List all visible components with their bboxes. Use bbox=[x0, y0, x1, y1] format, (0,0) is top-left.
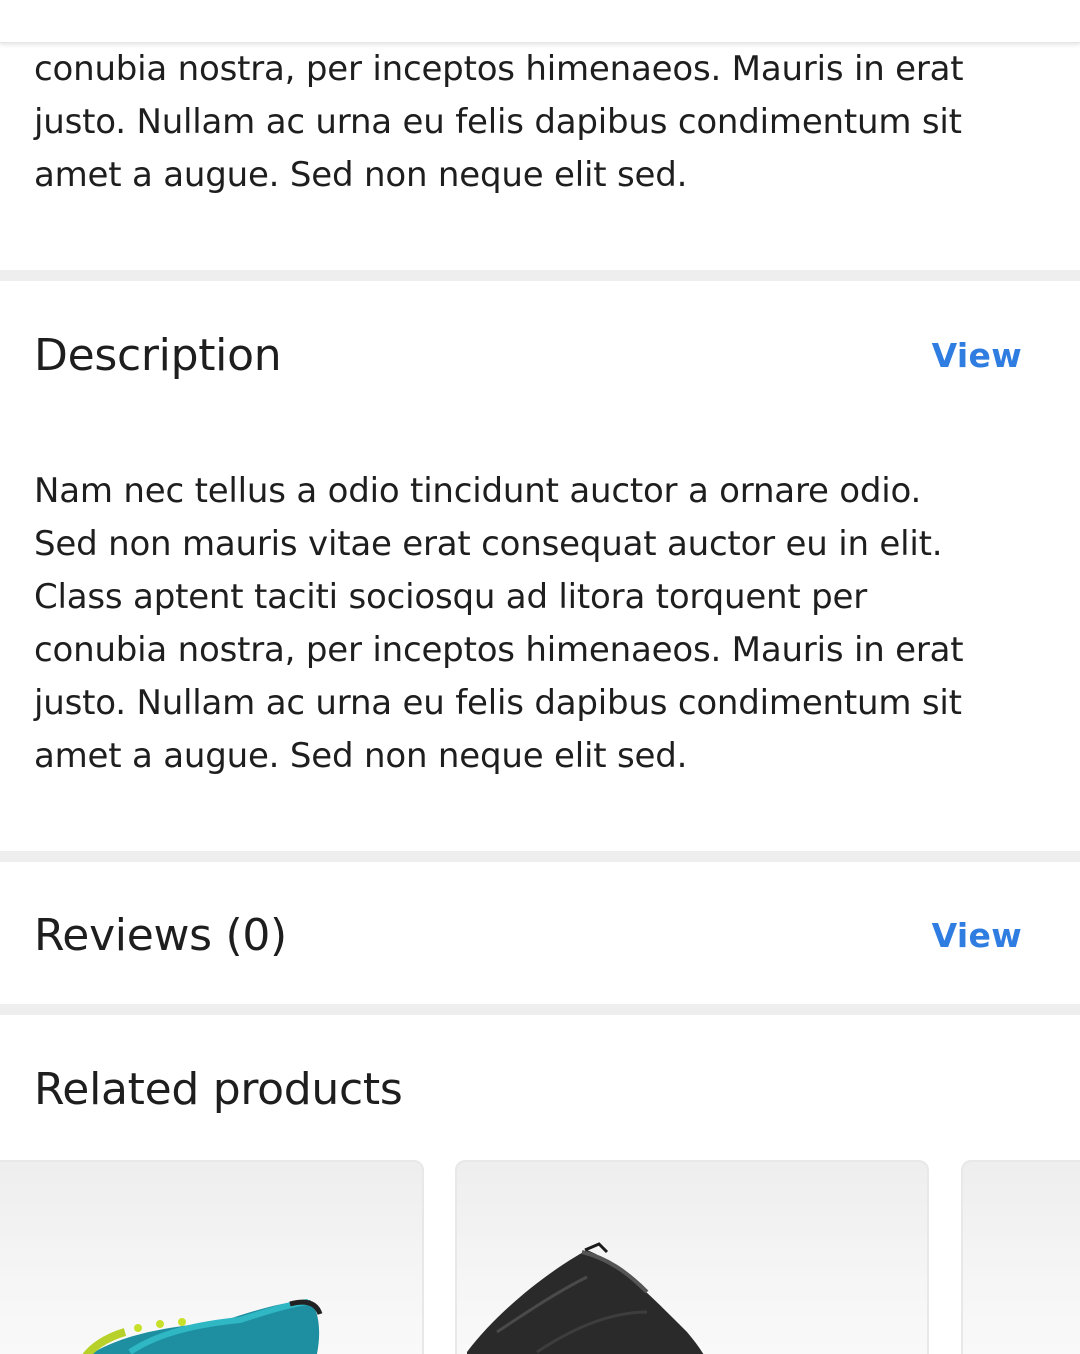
reviews-title: Reviews (0) bbox=[34, 910, 287, 961]
section-divider bbox=[0, 851, 1080, 862]
jeans-image bbox=[467, 1242, 704, 1354]
product-image bbox=[963, 1162, 1080, 1354]
related-product-card[interactable] bbox=[961, 1160, 1080, 1354]
description-title: Description bbox=[34, 330, 282, 381]
description-text: Nam nec tellus a odio tincidunt auctor a… bbox=[34, 471, 964, 776]
description-view-link[interactable]: View bbox=[932, 334, 1022, 378]
product-detail-page: conubia nostra, per inceptos himenaeos. … bbox=[0, 0, 1080, 1354]
sneaker-image bbox=[82, 1299, 323, 1354]
related-product-card[interactable] bbox=[455, 1160, 929, 1354]
reviews-view-link[interactable]: View bbox=[932, 914, 1022, 958]
related-product-card[interactable] bbox=[0, 1160, 424, 1354]
section-divider bbox=[0, 1004, 1080, 1015]
app-top-bar bbox=[0, 0, 1080, 43]
section-divider bbox=[0, 270, 1080, 281]
previous-section-text: conubia nostra, per inceptos himenaeos. … bbox=[34, 49, 964, 195]
related-products-title: Related products bbox=[34, 1064, 403, 1115]
